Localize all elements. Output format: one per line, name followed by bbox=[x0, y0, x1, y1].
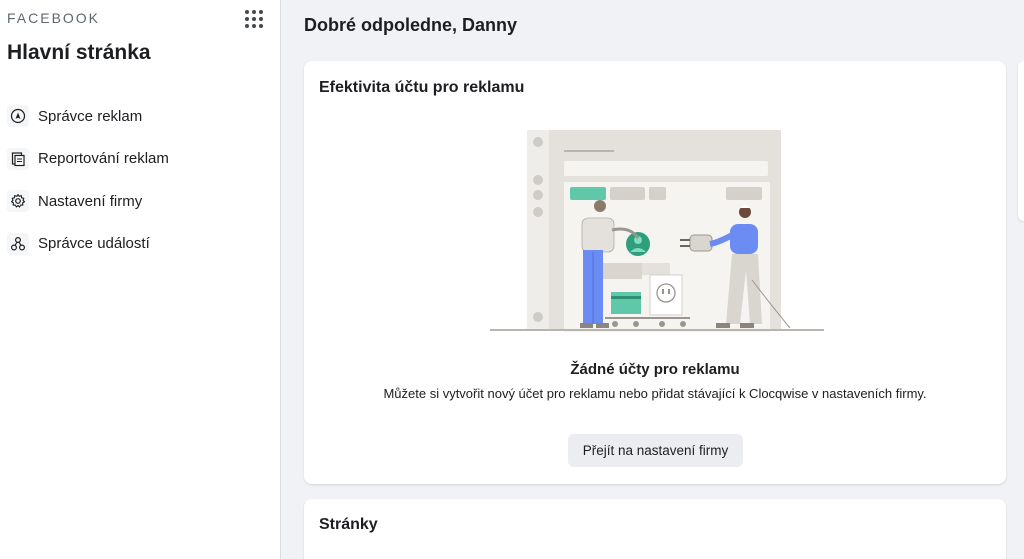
ad-account-performance-card: Efektivita účtu pro reklamu Žádné účty p… bbox=[304, 61, 1006, 484]
sidebar-item-label: Reportování reklam bbox=[38, 150, 169, 167]
card-title: Stránky bbox=[319, 516, 378, 533]
sidebar-nav: Správce reklam Reportování reklam Nastav… bbox=[7, 103, 267, 273]
card-title: Efektivita účtu pro reklamu bbox=[319, 79, 525, 96]
gear-icon bbox=[7, 190, 29, 212]
sidebar-item-ads-reporting[interactable]: Reportování reklam bbox=[7, 146, 267, 172]
page-title: Hlavní stránka bbox=[7, 41, 151, 64]
sidebar-item-label: Správce reklam bbox=[38, 107, 143, 125]
greeting: Dobré odpoledne, Danny bbox=[304, 15, 518, 35]
ads-manager-icon bbox=[7, 105, 29, 127]
right-panel-edge bbox=[1018, 61, 1024, 221]
sidebar-item-ads-manager[interactable]: Správce reklam bbox=[7, 103, 267, 129]
sidebar-item-label: Nastavení firmy bbox=[38, 192, 143, 210]
sidebar: FACEBOOK Hlavní stránka Správce reklam R… bbox=[0, 0, 281, 559]
brand-logo: FACEBOOK bbox=[7, 10, 101, 26]
pages-card: Stránky bbox=[304, 499, 1006, 559]
apps-menu-icon[interactable] bbox=[245, 10, 263, 28]
empty-state-description: Můžete si vytvořit nový účet pro reklamu… bbox=[383, 386, 927, 401]
empty-state-title: Žádné účty pro reklamu bbox=[570, 361, 740, 378]
events-manager-icon bbox=[7, 232, 29, 255]
go-to-business-settings-button[interactable]: Přejít na nastavení firmy bbox=[568, 434, 743, 467]
ads-reporting-icon bbox=[7, 147, 29, 170]
empty-state-illustration bbox=[490, 130, 824, 332]
sidebar-item-business-settings[interactable]: Nastavení firmy bbox=[7, 188, 267, 214]
sidebar-item-label: Správce událostí bbox=[38, 235, 150, 252]
sidebar-item-events-manager[interactable]: Správce událostí bbox=[7, 231, 267, 257]
